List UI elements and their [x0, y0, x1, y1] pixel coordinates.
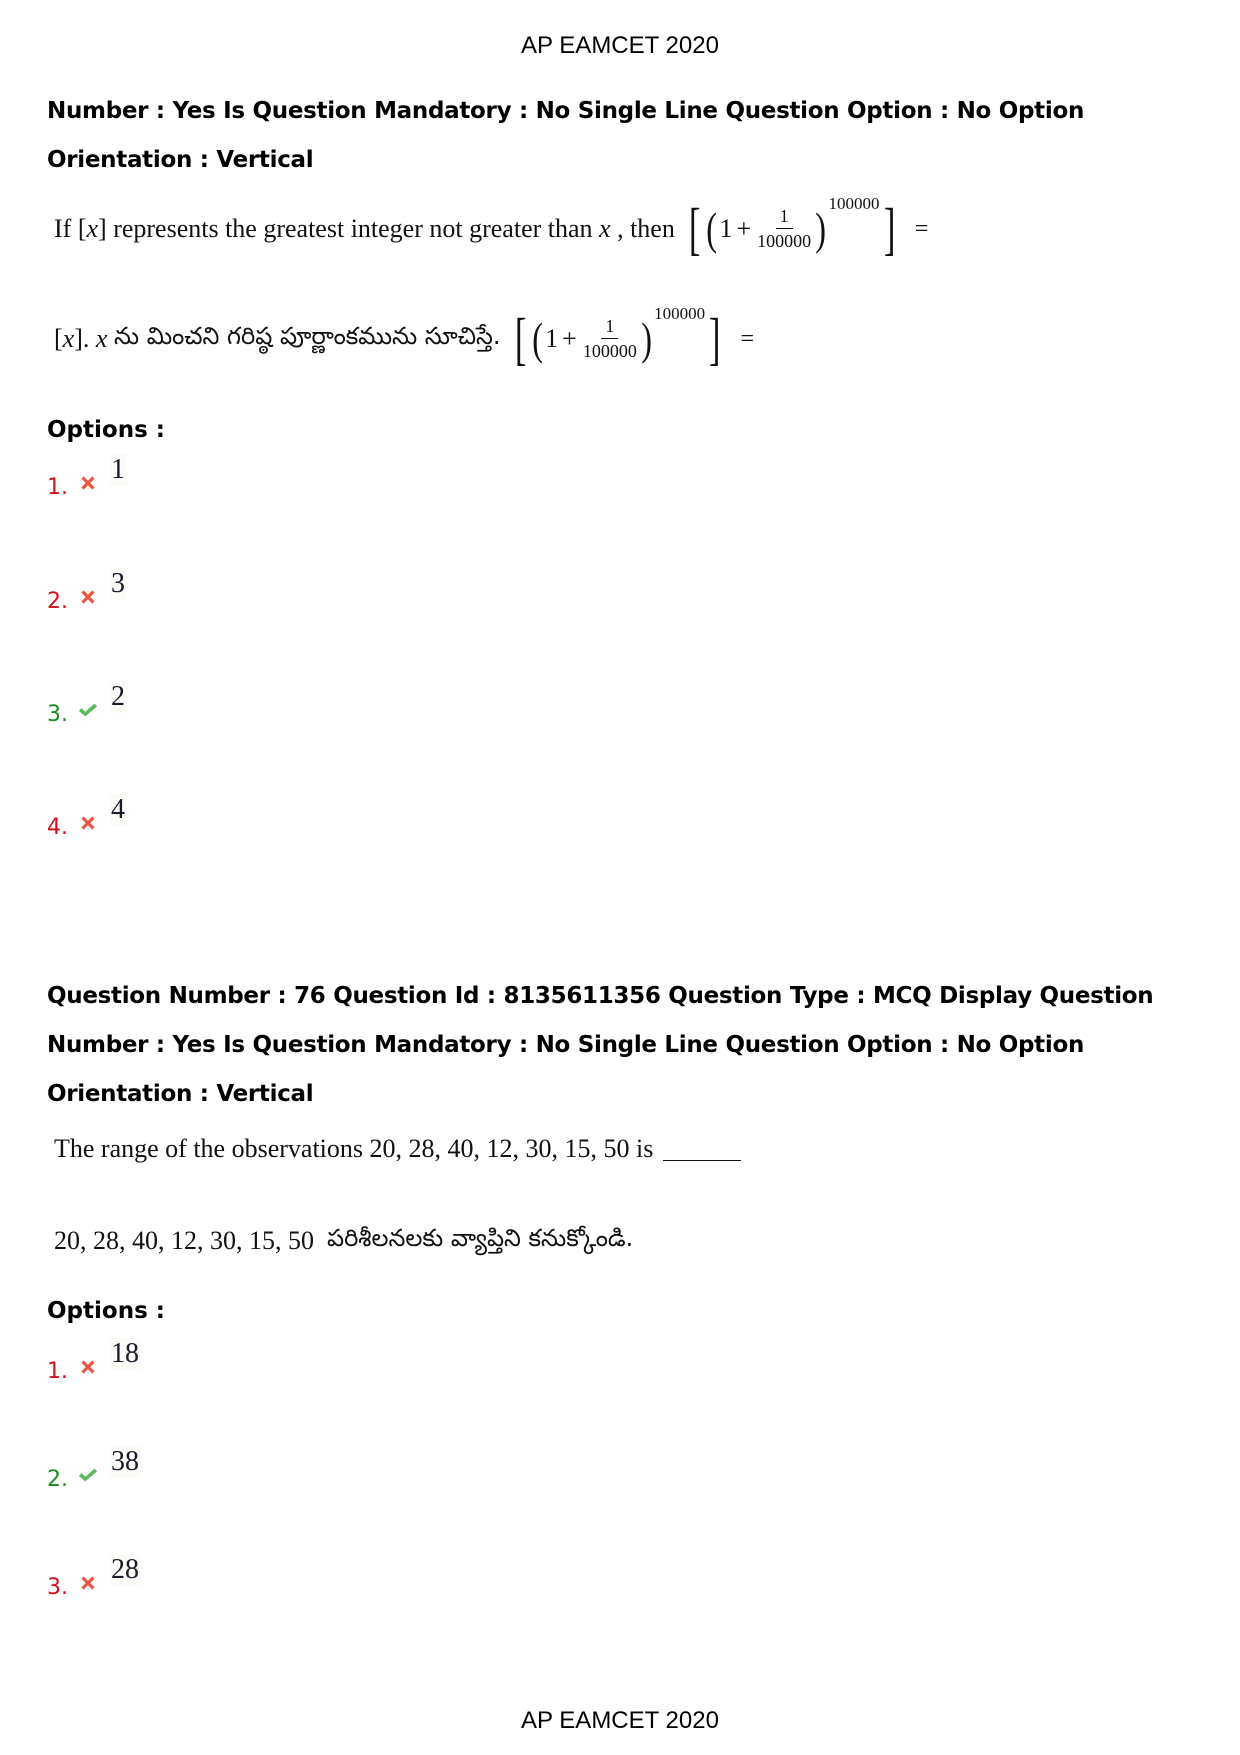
fraction: 1 100000: [757, 206, 811, 252]
options-label: Options :: [47, 1298, 165, 1324]
question-meta-line: Orientation : Vertical: [47, 1081, 314, 1107]
option-value: 38: [109, 1446, 141, 1478]
question-meta-line: Question Number : 76 Question Id : 81356…: [47, 983, 1154, 1009]
option-value: 18: [109, 1338, 141, 1370]
option-value: 28: [109, 1554, 141, 1586]
option-item: 3. 2: [47, 681, 127, 727]
left-bracket: [: [514, 306, 526, 371]
question-meta-line: Number : Yes Is Question Mandatory : No …: [47, 1032, 1085, 1058]
math-var: x: [599, 214, 611, 243]
math-expression: [ ( 1 + 1 100000 ) 100000 ] =: [685, 194, 929, 261]
denominator: 100000: [582, 340, 637, 361]
math-one: 1: [545, 324, 559, 353]
right-bracket: ]: [709, 306, 721, 371]
telugu-text: ను మించని గరిష్ఠ పూర్ణాంకమును సూచిస్తే.: [113, 322, 501, 350]
option-item: 1. 1: [47, 454, 127, 500]
math-plus: +: [736, 214, 752, 243]
numerator: 1: [601, 316, 619, 339]
option-number: 1.: [47, 475, 68, 500]
question-text-telugu: [x]. x ను మించని గరిష్ఠ పూర్ణాంకమును సూచ…: [54, 304, 755, 371]
options-label: Options :: [47, 417, 165, 443]
option-item: 2. 3: [47, 568, 127, 614]
question-meta-line: Number : Yes Is Question Mandatory : No …: [47, 98, 1085, 124]
left-bracket: [: [688, 196, 701, 261]
option-number: 1.: [47, 1359, 68, 1384]
math-plus: +: [562, 324, 577, 353]
math-var: x: [62, 324, 75, 353]
text: ].: [74, 324, 90, 353]
text: ] represents the greatest integer not gr…: [98, 214, 593, 243]
check-icon: [77, 1464, 99, 1486]
exponent: 100000: [654, 304, 706, 323]
right-paren: ): [641, 313, 652, 364]
text: [: [54, 324, 63, 353]
telugu-text: పరిశీలనలకు వ్యాప్తిని కనుక్కోండి.: [327, 1224, 634, 1252]
option-number: 3.: [47, 1575, 68, 1600]
denominator: 100000: [757, 230, 812, 251]
right-paren: ): [815, 203, 827, 254]
equals-sign: =: [914, 215, 929, 242]
option-value: 4: [109, 794, 127, 826]
left-paren: (: [532, 313, 543, 364]
option-value: 1: [109, 454, 127, 486]
right-bracket: ]: [883, 196, 895, 261]
numerator: 1: [775, 206, 793, 229]
cross-icon: [77, 586, 99, 608]
page-header: AP EAMCET 2020: [521, 32, 719, 59]
option-value: 2: [109, 681, 127, 713]
option-value: 3: [109, 568, 127, 600]
option-item: 4. 4: [47, 794, 127, 840]
option-number: 2.: [47, 1467, 68, 1492]
math-one: 1: [719, 214, 733, 243]
option-number: 3.: [47, 702, 68, 727]
option-item: 2. 38: [47, 1446, 141, 1492]
numbers: 20, 28, 40, 12, 30, 15, 50: [54, 1226, 314, 1255]
question-text-telugu: 20, 28, 40, 12, 30, 15, 50 పరిశీలనలకు వ్…: [54, 1224, 633, 1258]
option-number: 2.: [47, 589, 68, 614]
option-item: 3. 28: [47, 1554, 141, 1600]
answer-blank: [663, 1138, 742, 1161]
cross-icon: [77, 472, 99, 494]
exponent: 100000: [828, 194, 880, 213]
text: If [: [54, 214, 87, 243]
fraction: 1 100000: [583, 316, 637, 362]
left-paren: (: [706, 203, 718, 254]
option-item: 1. 18: [47, 1338, 141, 1384]
cross-icon: [77, 812, 99, 834]
text: The range of the observations 20, 28, 40…: [54, 1134, 654, 1163]
question-text-english: If [x] represents the greatest integer n…: [54, 194, 929, 261]
cross-icon: [77, 1572, 99, 1594]
option-number: 4.: [47, 815, 68, 840]
text: , then: [617, 214, 675, 243]
math-expression: [ ( 1 + 1 100000 ) 100000 ] =: [511, 304, 755, 371]
question-text-english: The range of the observations 20, 28, 40…: [54, 1134, 742, 1164]
check-icon: [77, 699, 99, 721]
page-footer: AP EAMCET 2020: [521, 1707, 719, 1734]
equals-sign: =: [740, 325, 755, 352]
math-var: x: [95, 324, 108, 353]
cross-icon: [77, 1356, 99, 1378]
math-var: x: [86, 214, 99, 243]
question-meta-line: Orientation : Vertical: [47, 147, 314, 173]
